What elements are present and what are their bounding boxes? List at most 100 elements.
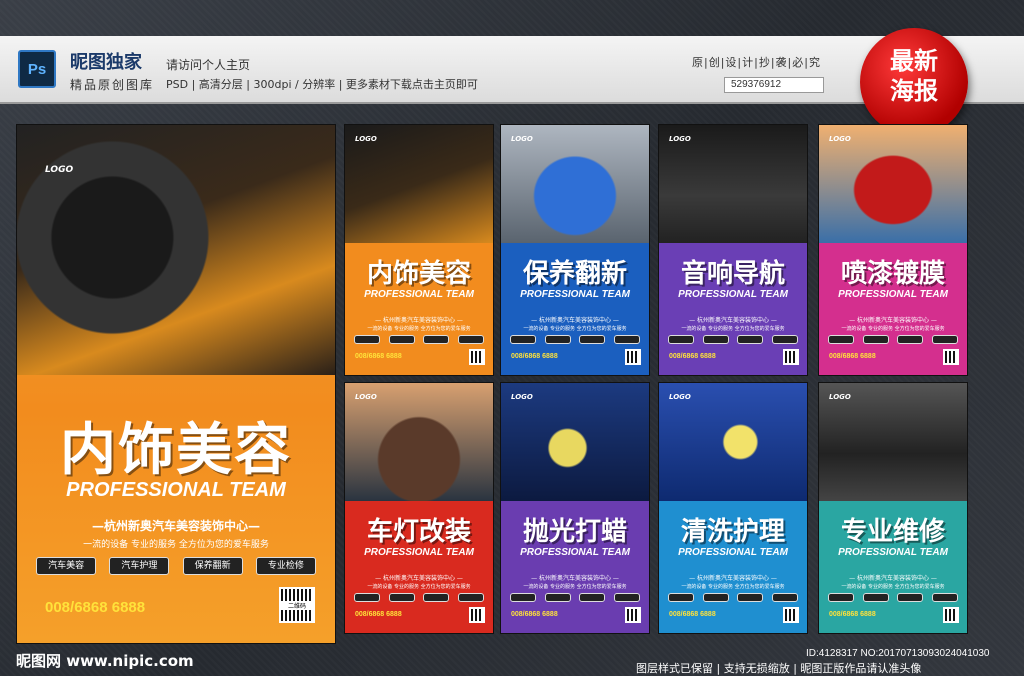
new-poster-badge: 最新 海报: [860, 28, 968, 136]
services-text: 一流的设备 专业的服务 全方位为您的爱车服务: [367, 584, 471, 590]
service-buttons: 汽车美容 汽车护理 保养翻新 专业检修: [36, 557, 316, 575]
service-button[interactable]: [423, 335, 450, 344]
poster-english: PROFESSIONAL TEAM: [364, 547, 474, 558]
service-button-4[interactable]: 专业检修: [255, 557, 316, 575]
service-button[interactable]: [932, 335, 959, 344]
shop-name: —杭州新奥汽车美容装饰中心—: [91, 519, 260, 533]
service-buttons: [667, 593, 799, 602]
service-button[interactable]: [544, 593, 571, 602]
services-text: 一流的设备 专业的服务 全方位为您的爱车服务: [83, 540, 269, 550]
service-button[interactable]: [614, 335, 641, 344]
qr-code: [625, 607, 641, 623]
service-button[interactable]: [423, 593, 450, 602]
service-buttons: [827, 593, 959, 602]
visit-homepage-link[interactable]: 请访问个人主页: [166, 56, 250, 73]
service-button[interactable]: [827, 335, 854, 344]
brand-logo: LOGO: [355, 135, 377, 143]
services-text: 一流的设备 专业的服务 全方位为您的爱车服务: [841, 584, 945, 590]
poster-card-5[interactable]: LOGO 车灯改装 PROFESSIONAL TEAM — 杭州新奥汽车美容装饰…: [344, 382, 494, 634]
poster-english: PROFESSIONAL TEAM: [520, 547, 630, 558]
poster-card-3[interactable]: LOGO 音响导航 PROFESSIONAL TEAM — 杭州新奥汽车美容装饰…: [658, 124, 808, 376]
service-button[interactable]: [509, 335, 536, 344]
poster-english: PROFESSIONAL TEAM: [838, 547, 948, 558]
service-button[interactable]: [667, 593, 694, 602]
phone-number: 008/6868 6888: [829, 611, 876, 618]
service-button[interactable]: [614, 593, 641, 602]
service-button[interactable]: [897, 335, 924, 344]
services-text: 一流的设备 专业的服务 全方位为您的爱车服务: [681, 584, 785, 590]
poster-card-6[interactable]: LOGO 抛光打蜡 PROFESSIONAL TEAM — 杭州新奥汽车美容装饰…: [500, 382, 650, 634]
phone-number: 008/6868 6888: [355, 353, 402, 360]
service-button[interactable]: [702, 593, 729, 602]
image-id: ID:4128317 NO:20170713093024041030: [806, 648, 990, 659]
shop-name: — 杭州新奥汽车美容装饰中心 —: [849, 575, 937, 582]
brand-subtitle: 精品原创图库: [70, 78, 155, 92]
qr-code: [943, 607, 959, 623]
services-text: 一流的设备 专业的服务 全方位为您的爱车服务: [841, 326, 945, 332]
service-button[interactable]: [702, 335, 729, 344]
service-button[interactable]: [737, 593, 764, 602]
poster-title: 车灯改装: [366, 517, 471, 547]
badge-line1: 最新: [890, 47, 938, 75]
service-button[interactable]: [932, 593, 959, 602]
service-button[interactable]: [737, 335, 764, 344]
poster-card-2[interactable]: LOGO 保养翻新 PROFESSIONAL TEAM — 杭州新奥汽车美容装饰…: [500, 124, 650, 376]
service-button-2[interactable]: 汽车护理: [109, 557, 170, 575]
poster-title: 专业维修: [840, 517, 945, 547]
service-button[interactable]: [772, 593, 799, 602]
service-button[interactable]: [458, 593, 485, 602]
footer-notice: 图层样式已保留 | 支持无损缩放 | 昵图正版作品请认准头像: [636, 662, 922, 675]
service-button-1[interactable]: 汽车美容: [36, 557, 97, 575]
service-buttons: [509, 335, 641, 344]
poster-card-8[interactable]: LOGO 专业维修 PROFESSIONAL TEAM — 杭州新奥汽车美容装饰…: [818, 382, 968, 634]
site-watermark: 昵图网 www.nipic.com: [16, 652, 194, 670]
phone-number: 008/6868 6888: [511, 353, 558, 360]
service-button[interactable]: [862, 593, 889, 602]
service-button[interactable]: [509, 593, 536, 602]
service-buttons: [509, 593, 641, 602]
service-button[interactable]: [667, 335, 694, 344]
brand-name: 昵图独家: [70, 52, 142, 73]
service-button[interactable]: [388, 335, 415, 344]
service-button-3[interactable]: 保养翻新: [182, 557, 243, 575]
poster-card-7[interactable]: LOGO 清洗护理 PROFESSIONAL TEAM — 杭州新奥汽车美容装饰…: [658, 382, 808, 634]
big-poster: LOGO 内饰美容 PROFESSIONAL TEAM —杭州新奥汽车美容装饰中…: [16, 124, 336, 644]
services-text: 一流的设备 专业的服务 全方位为您的爱车服务: [523, 584, 627, 590]
poster-card-1[interactable]: LOGO 内饰美容 PROFESSIONAL TEAM — 杭州新奥汽车美容装饰…: [344, 124, 494, 376]
service-button[interactable]: [579, 593, 606, 602]
service-button[interactable]: [353, 335, 380, 344]
service-buttons: [353, 335, 485, 344]
shop-name: — 杭州新奥汽车美容装饰中心 —: [849, 317, 937, 324]
brand-logo: LOGO: [45, 165, 74, 175]
phone-number: 008/6868 6888: [355, 611, 402, 618]
service-button[interactable]: [458, 335, 485, 344]
services-text: 一流的设备 专业的服务 全方位为您的爱车服务: [681, 326, 785, 332]
qr-label: 二维码: [281, 601, 313, 610]
services-text: 一流的设备 专业的服务 全方位为您的爱车服务: [523, 326, 627, 332]
service-button[interactable]: [772, 335, 799, 344]
poster-title: 喷漆镀膜: [840, 259, 945, 289]
service-button[interactable]: [897, 593, 924, 602]
poster-english: PROFESSIONAL TEAM: [678, 547, 788, 558]
service-button[interactable]: [388, 593, 415, 602]
service-button[interactable]: [579, 335, 606, 344]
phone-number: 008/6868 6888: [669, 611, 716, 618]
brand-logo: LOGO: [669, 135, 691, 143]
service-button[interactable]: [544, 335, 571, 344]
service-button[interactable]: [862, 335, 889, 344]
poster-title: 清洗护理: [680, 517, 785, 547]
service-buttons: [353, 593, 485, 602]
brand-logo: LOGO: [669, 393, 691, 401]
brand-logo: LOGO: [511, 135, 533, 143]
shop-name: — 杭州新奥汽车美容装饰中心 —: [531, 575, 619, 582]
poster-card-4[interactable]: LOGO 喷漆镀膜 PROFESSIONAL TEAM — 杭州新奥汽车美容装饰…: [818, 124, 968, 376]
file-specs: PSD | 高清分层 | 300dpi / 分辨率 | 更多素材下载点击主页即可: [166, 78, 478, 91]
photoshop-icon: Ps: [18, 50, 56, 88]
poster-english: PROFESSIONAL TEAM: [364, 289, 474, 300]
brand-logo: LOGO: [829, 393, 851, 401]
service-button[interactable]: [353, 593, 380, 602]
service-button[interactable]: [827, 593, 854, 602]
car-interior-photo: [17, 125, 335, 375]
poster-english: PROFESSIONAL TEAM: [520, 289, 630, 300]
qr-code: [783, 607, 799, 623]
